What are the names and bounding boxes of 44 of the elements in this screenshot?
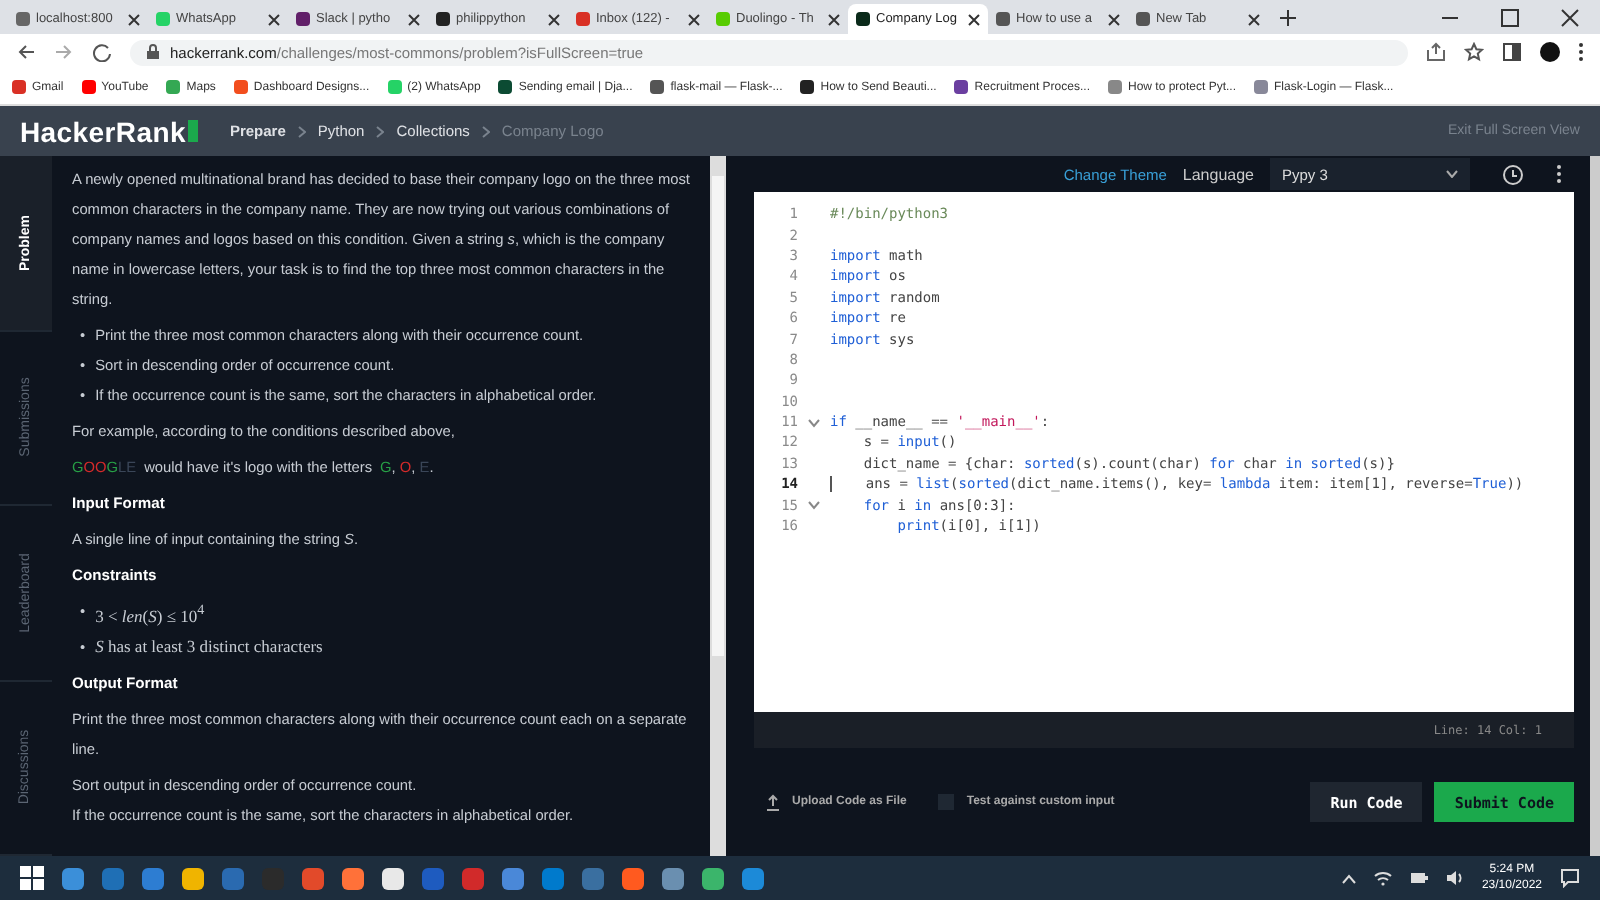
app-icon[interactable] bbox=[702, 867, 724, 889]
reload-icon[interactable] bbox=[92, 42, 112, 62]
history-icon[interactable] bbox=[1502, 163, 1524, 185]
hackerrank-logo[interactable]: HackerRank bbox=[20, 115, 198, 147]
close-icon[interactable] bbox=[548, 13, 560, 25]
star-icon[interactable] bbox=[1464, 42, 1484, 62]
app-icon[interactable] bbox=[342, 867, 364, 889]
menu-icon[interactable] bbox=[1556, 164, 1562, 184]
lock-icon bbox=[146, 44, 160, 60]
close-icon[interactable] bbox=[1248, 13, 1260, 25]
close-icon[interactable] bbox=[268, 13, 280, 25]
close-icon[interactable] bbox=[128, 13, 140, 25]
chevron-icon bbox=[297, 125, 306, 137]
app-icon[interactable] bbox=[182, 867, 204, 889]
close-icon[interactable] bbox=[968, 13, 980, 25]
windows-logo-icon[interactable] bbox=[20, 866, 44, 890]
side-panel-icon[interactable] bbox=[1502, 42, 1522, 62]
notification-icon[interactable] bbox=[1560, 868, 1580, 888]
close-icon[interactable] bbox=[1560, 8, 1580, 28]
bullet-item: 3 < len(S) ≤ 10$^{4}$ bbox=[95, 600, 205, 630]
wifi-icon[interactable] bbox=[1373, 870, 1392, 886]
bullet-item: S has at least 3 distinct characters bbox=[95, 633, 323, 660]
close-icon[interactable] bbox=[828, 13, 840, 25]
menu-icon[interactable] bbox=[1578, 42, 1584, 62]
language-label: Language bbox=[1182, 165, 1254, 183]
speaker-icon[interactable] bbox=[1445, 870, 1464, 886]
upload-icon[interactable] bbox=[766, 793, 780, 811]
battery-icon[interactable] bbox=[1409, 872, 1428, 884]
app-icon[interactable] bbox=[382, 867, 404, 889]
share-icon[interactable] bbox=[1426, 42, 1446, 62]
avatar[interactable] bbox=[1540, 42, 1560, 62]
maximize-icon[interactable] bbox=[1500, 8, 1520, 28]
caret-icon bbox=[1446, 170, 1458, 178]
scrollbar[interactable] bbox=[710, 156, 726, 856]
fold-icon[interactable] bbox=[808, 417, 820, 428]
chevron-icon bbox=[376, 125, 385, 137]
back-icon[interactable] bbox=[16, 42, 36, 62]
fold-icon[interactable] bbox=[808, 500, 820, 511]
close-icon[interactable] bbox=[688, 13, 700, 25]
close-icon[interactable] bbox=[1108, 13, 1120, 25]
new-tab-icon[interactable] bbox=[1280, 10, 1296, 26]
close-icon[interactable] bbox=[408, 13, 420, 25]
chevron-icon bbox=[481, 125, 490, 137]
chevron-up-icon[interactable] bbox=[1341, 873, 1356, 883]
